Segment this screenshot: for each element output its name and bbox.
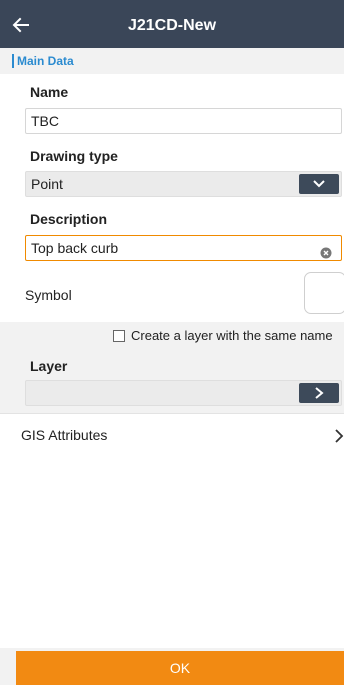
name-field[interactable]: TBC [25, 108, 342, 134]
drawing-type-select[interactable]: Point [25, 171, 342, 197]
ok-button[interactable]: OK [16, 651, 344, 685]
status-bar [0, 0, 344, 8]
description-field[interactable]: Top back curb [25, 235, 342, 261]
same-layer-checkbox-label: Create a layer with the same name [131, 328, 333, 343]
chevron-down-icon [313, 180, 325, 188]
section-header-main-data: Main Data [0, 48, 344, 74]
chevron-right-icon [315, 387, 324, 399]
gis-attributes-row[interactable]: GIS Attributes [0, 413, 344, 459]
drawing-type-dropdown-button[interactable] [299, 174, 339, 194]
description-label: Description [30, 211, 108, 227]
layer-select[interactable] [25, 380, 342, 406]
clear-circle-icon [320, 247, 332, 259]
page-title: J21CD-New [127, 17, 217, 34]
section-accent-bar [12, 54, 14, 68]
symbol-label: Symbol [25, 287, 72, 303]
same-layer-option[interactable]: Create a layer with the same name [113, 328, 333, 346]
status-bar-text [0, 0, 344, 8]
same-layer-checkbox[interactable] [113, 330, 125, 342]
symbol-row: Symbol [0, 270, 344, 320]
name-label: Name [30, 84, 69, 100]
empty-content-area [0, 458, 344, 648]
clear-description-button[interactable] [320, 242, 332, 259]
drawing-type-value: Point [31, 176, 63, 192]
section-title: Main Data [17, 54, 74, 68]
description-value: Top back curb [31, 240, 119, 256]
gis-attributes-label: GIS Attributes [21, 427, 108, 443]
app-bar: J21CD-New [0, 8, 344, 48]
layer-next-button[interactable] [299, 383, 339, 403]
symbol-picker[interactable] [304, 272, 344, 314]
layer-label: Layer [30, 358, 68, 374]
name-value: TBC [31, 113, 59, 129]
chevron-right-icon [334, 428, 344, 444]
drawing-type-label: Drawing type [30, 148, 118, 164]
